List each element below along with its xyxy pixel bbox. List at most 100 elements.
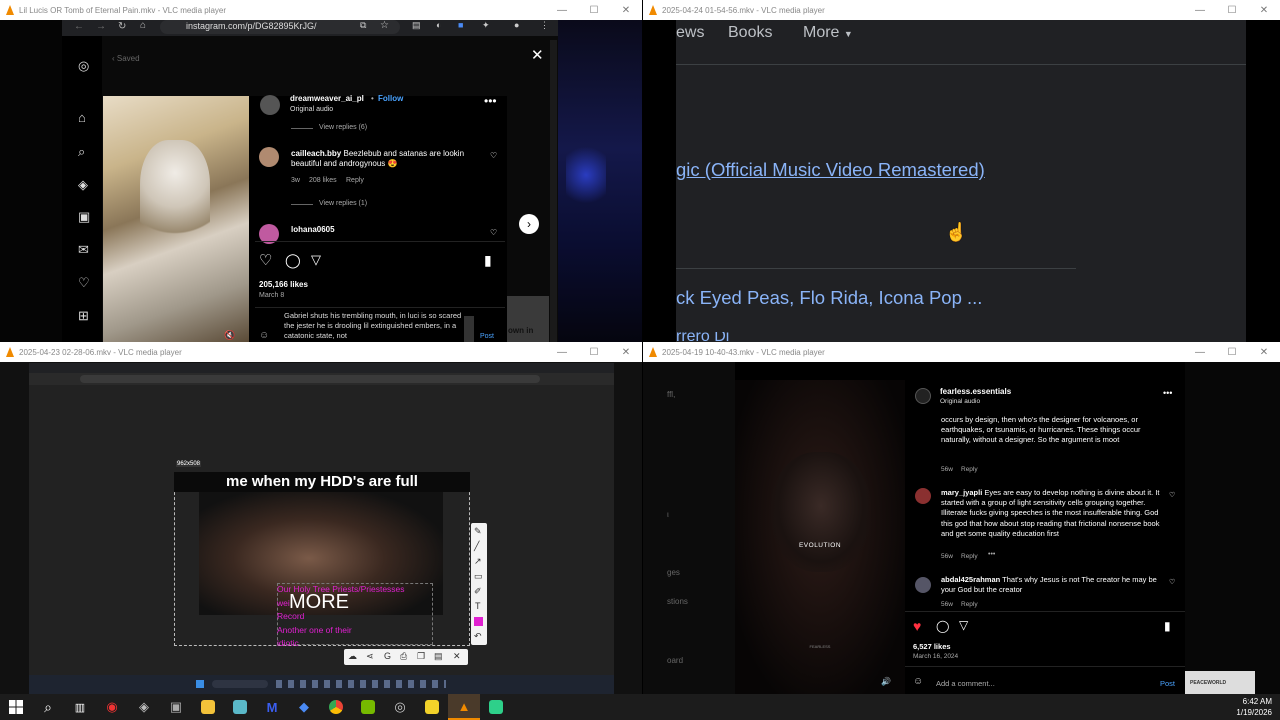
post-username[interactable]: dreamweaver_ai_pl bbox=[290, 94, 364, 103]
heart-filled-icon[interactable]: ♥ bbox=[913, 618, 921, 634]
extension-icon-2[interactable]: ◐ bbox=[436, 20, 441, 30]
view-replies[interactable]: View replies (1) bbox=[319, 200, 367, 207]
emoji-icon[interactable]: ☺ bbox=[913, 676, 923, 687]
reply-button[interactable]: Reply bbox=[961, 553, 978, 560]
more-options-icon[interactable]: ••• bbox=[484, 94, 497, 108]
messages-icon[interactable]: ✉ bbox=[78, 242, 89, 258]
likes-count[interactable]: 6,527 likes bbox=[913, 642, 951, 651]
taskbar-app[interactable] bbox=[224, 694, 256, 720]
maximize-button[interactable]: ☐ bbox=[578, 0, 610, 20]
upload-icon[interactable]: ☁ bbox=[348, 651, 357, 662]
taskbar-file-explorer[interactable] bbox=[192, 694, 224, 720]
start-button[interactable] bbox=[0, 694, 32, 720]
sidebar-label[interactable]: oard bbox=[667, 656, 683, 665]
comment-icon[interactable]: ◯ bbox=[936, 619, 949, 633]
close-button[interactable]: ✕ bbox=[610, 0, 642, 20]
share-icon[interactable]: ⋖ bbox=[366, 651, 374, 662]
maximize-button[interactable]: ☐ bbox=[1216, 0, 1248, 20]
comment-username[interactable]: cailleach.bby bbox=[291, 149, 341, 158]
avatar[interactable] bbox=[259, 147, 279, 167]
minimize-button[interactable]: — bbox=[1184, 342, 1216, 362]
nav-more[interactable]: More ▼ bbox=[803, 24, 853, 42]
like-icon[interactable]: ♡ bbox=[1169, 578, 1175, 586]
avatar[interactable] bbox=[260, 95, 280, 115]
view-replies[interactable]: View replies (6) bbox=[319, 124, 367, 131]
close-button[interactable]: ✕ bbox=[610, 342, 642, 362]
taskbar-chrome[interactable] bbox=[320, 694, 352, 720]
like-icon[interactable]: ♡ bbox=[1169, 491, 1175, 499]
minimize-button[interactable]: — bbox=[1184, 0, 1216, 20]
color-picker[interactable] bbox=[474, 617, 483, 626]
undo-icon[interactable]: ↶ bbox=[474, 631, 482, 642]
reply-button[interactable]: Reply bbox=[346, 177, 364, 184]
taskbar-app[interactable]: M bbox=[256, 694, 288, 720]
taskbar-app[interactable]: ◈ bbox=[128, 694, 160, 720]
bookmark-icon[interactable]: ▮ bbox=[484, 252, 492, 269]
close-button[interactable]: ✕ bbox=[1248, 342, 1280, 362]
taskbar-app[interactable]: ◉ bbox=[96, 694, 128, 720]
emoji-icon[interactable]: ☺ bbox=[259, 330, 269, 341]
arrow-icon[interactable]: ↗ bbox=[474, 556, 482, 567]
follow-button[interactable]: Follow bbox=[378, 94, 403, 103]
notifications-icon[interactable]: ♡ bbox=[78, 275, 90, 291]
window-titlebar[interactable]: 2025-04-24 01-54-56.mkv - VLC media play… bbox=[643, 0, 1280, 20]
bookmark-icon[interactable]: ▮ bbox=[1164, 619, 1171, 633]
comment-username[interactable]: lohana0605 bbox=[291, 225, 335, 234]
window-titlebar[interactable]: Lil Lucis OR Tomb of Eternal Pain.mkv - … bbox=[0, 0, 642, 20]
comment-username[interactable]: abdal425rahman bbox=[941, 575, 1000, 584]
close-icon[interactable]: ✕ bbox=[531, 46, 544, 64]
maximize-button[interactable]: ☐ bbox=[578, 342, 610, 362]
star-icon[interactable]: ☆ bbox=[380, 20, 389, 31]
save-icon[interactable]: ▤ bbox=[434, 651, 443, 662]
system-clock[interactable]: 6:42 AM 1/19/2026 bbox=[1236, 696, 1272, 718]
result-link[interactable]: gic (Official Music Video Remastered) bbox=[676, 159, 985, 181]
create-icon[interactable]: ⊞ bbox=[78, 308, 89, 324]
likes-count[interactable]: 205,166 likes bbox=[259, 280, 308, 289]
comment-icon[interactable]: ◯ bbox=[285, 252, 301, 269]
extension-icon-3[interactable]: ■ bbox=[458, 20, 463, 30]
share-icon[interactable]: ▽ bbox=[959, 618, 968, 632]
taskbar-app[interactable]: ▣ bbox=[160, 694, 192, 720]
rectangle-icon[interactable]: ▭ bbox=[474, 571, 483, 582]
taskbar-app[interactable] bbox=[416, 694, 448, 720]
maximize-button[interactable]: ☐ bbox=[1216, 342, 1248, 362]
reply-button[interactable]: Reply bbox=[961, 601, 978, 608]
comment-username[interactable]: mary_jyapli bbox=[941, 488, 982, 497]
puzzle-icon[interactable]: ✦ bbox=[482, 20, 490, 31]
like-icon[interactable]: ♡ bbox=[490, 228, 497, 237]
taskbar-app[interactable] bbox=[480, 694, 512, 720]
search-button[interactable]: ⌕ bbox=[32, 694, 64, 720]
avatar[interactable] bbox=[915, 488, 931, 504]
profile-icon[interactable]: ● bbox=[514, 20, 519, 30]
more-options-icon[interactable]: ••• bbox=[1163, 388, 1172, 398]
window-titlebar[interactable]: 2025-04-19 10-40-43.mkv - VLC media play… bbox=[643, 342, 1280, 362]
like-icon[interactable]: ♡ bbox=[490, 151, 497, 160]
post-button[interactable]: Post bbox=[1160, 679, 1175, 688]
page-scrollbar[interactable] bbox=[550, 40, 557, 342]
post-username[interactable]: fearless.essentials bbox=[940, 387, 1011, 396]
taskbar-app[interactable] bbox=[352, 694, 384, 720]
result-link[interactable]: rrero Di bbox=[676, 332, 729, 342]
next-post-icon[interactable]: › bbox=[519, 214, 539, 234]
home-icon[interactable]: ⌂ bbox=[78, 110, 86, 125]
minimize-button[interactable]: — bbox=[546, 342, 578, 362]
instagram-logo-icon[interactable]: ◎ bbox=[78, 58, 89, 74]
scrollbar[interactable] bbox=[464, 316, 474, 342]
post-button[interactable]: Post bbox=[480, 333, 494, 340]
copy-icon[interactable]: ❐ bbox=[417, 651, 425, 662]
sound-icon[interactable]: 🔊 bbox=[881, 677, 891, 686]
line-icon[interactable]: ╱ bbox=[474, 541, 479, 552]
home-icon[interactable]: ⌂ bbox=[140, 20, 146, 31]
menu-dots-icon[interactable]: ⋮ bbox=[540, 20, 549, 31]
window-titlebar[interactable]: 2025-04-23 02-28-06.mkv - VLC media play… bbox=[0, 342, 642, 362]
search-google-icon[interactable]: G bbox=[384, 651, 391, 661]
nav-books[interactable]: Books bbox=[728, 24, 772, 42]
forward-arrow-icon[interactable]: → bbox=[96, 21, 106, 32]
sidebar-label[interactable]: stions bbox=[667, 597, 688, 606]
reply-button[interactable]: Reply bbox=[961, 466, 978, 473]
close-button[interactable]: ✕ bbox=[1248, 0, 1280, 20]
avatar[interactable] bbox=[915, 388, 931, 404]
nav-news[interactable]: ews bbox=[676, 24, 704, 42]
saved-back-link[interactable]: ‹ Saved bbox=[112, 54, 140, 63]
more-options-icon[interactable]: ••• bbox=[988, 551, 995, 558]
